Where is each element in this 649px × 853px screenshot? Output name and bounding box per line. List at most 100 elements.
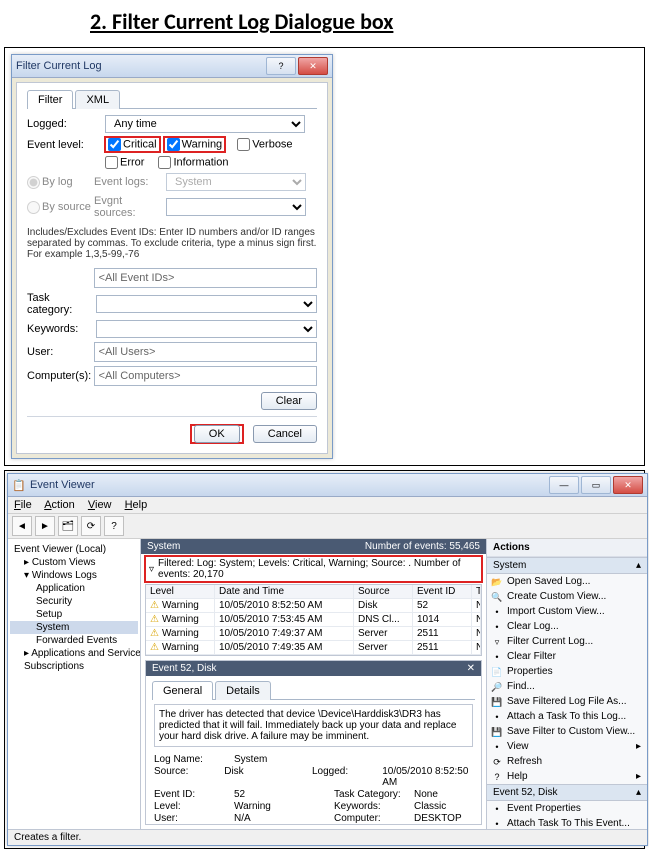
tree-windows-logs[interactable]: ▾ Windows Logs [10, 569, 138, 582]
tree-security[interactable]: Security [10, 595, 138, 608]
menu-help[interactable]: Help [125, 499, 148, 511]
col-task[interactable]: Task C... [472, 585, 481, 598]
action-icon: 💾 [491, 726, 503, 738]
action-item[interactable]: ⟳Refresh [487, 754, 647, 769]
center-header: SystemNumber of events: 55,465 [141, 539, 486, 554]
logged-select[interactable]: Any time [105, 115, 305, 133]
minimize-button[interactable]: — [549, 476, 579, 494]
tab-general[interactable]: General [152, 681, 213, 700]
menu-action[interactable]: Action [44, 499, 75, 511]
app-icon: 📋 [12, 478, 26, 492]
close-button[interactable]: ✕ [613, 476, 643, 494]
action-icon: • [491, 741, 503, 753]
help-button[interactable]: ? [266, 57, 296, 75]
tab-xml[interactable]: XML [75, 90, 120, 109]
cb-critical[interactable] [108, 138, 121, 151]
maximize-button[interactable]: ▭ [581, 476, 611, 494]
collapse-icon[interactable]: ▴ [636, 787, 641, 798]
table-row[interactable]: Warning10/05/2010 7:49:35 AMServer2511No… [146, 641, 481, 655]
tree-application[interactable]: Application [10, 582, 138, 595]
action-icon: • [491, 803, 503, 815]
event-sources-select[interactable] [166, 198, 306, 216]
forward-button[interactable]: ► [35, 516, 55, 536]
tree-system[interactable]: System [10, 621, 138, 634]
action-icon: 📄 [491, 666, 503, 678]
label-event-level: Event level: [27, 139, 105, 151]
col-level[interactable]: Level [146, 585, 215, 598]
keywords-select[interactable] [96, 320, 317, 338]
action-item[interactable]: •Event Properties [487, 801, 647, 816]
col-eventid[interactable]: Event ID [413, 585, 472, 598]
tree-apps-services[interactable]: ▸ Applications and Services Lo [10, 647, 138, 660]
tab-details[interactable]: Details [215, 681, 271, 700]
action-item[interactable]: •Import Custom View... [487, 604, 647, 619]
viewer-titlebar[interactable]: 📋 Event Viewer — ▭ ✕ [8, 474, 647, 497]
page-title: 2. Filter Current Log Dialogue box [90, 8, 649, 35]
event-grid[interactable]: Level Date and Time Source Event ID Task… [145, 584, 482, 656]
action-item[interactable]: 💾Save Filtered Log File As... [487, 694, 647, 709]
action-item[interactable]: 🔍Create Custom View... [487, 589, 647, 604]
tool-icon[interactable]: 🗂 [58, 516, 78, 536]
action-icon: 🔎 [491, 681, 503, 693]
help-icon[interactable]: ? [104, 516, 124, 536]
menu-file[interactable]: File [14, 499, 32, 511]
actions-pane: Actions System▴ 📂Open Saved Log...🔍Creat… [486, 539, 647, 829]
tree-setup[interactable]: Setup [10, 608, 138, 621]
filter-status: ▿ Filtered: Log: System; Levels: Critica… [145, 556, 482, 582]
refresh-icon[interactable]: ⟳ [81, 516, 101, 536]
computers-input[interactable] [94, 366, 317, 386]
action-item[interactable]: •Clear Filter [487, 649, 647, 664]
action-item[interactable]: •Attach a Task To this Log... [487, 709, 647, 724]
tree-pane: Event Viewer (Local) ▸ Custom Views ▾ Wi… [8, 539, 141, 829]
col-source[interactable]: Source [354, 585, 413, 598]
action-icon: ⟳ [491, 756, 503, 768]
action-item[interactable]: 🔎Find... [487, 679, 647, 694]
rb-by-source [27, 201, 40, 214]
cb-verbose[interactable] [237, 138, 250, 151]
user-input[interactable] [94, 342, 317, 362]
table-row[interactable]: Warning10/05/2010 7:49:37 AMServer2511No… [146, 627, 481, 641]
tab-filter[interactable]: Filter [27, 90, 73, 109]
viewer-container: 📋 Event Viewer — ▭ ✕ File Action View He… [4, 470, 645, 849]
tree-subscriptions[interactable]: Subscriptions [10, 660, 138, 673]
dialog-titlebar[interactable]: Filter Current Log ? ✕ [12, 55, 332, 78]
action-item[interactable]: ?Help ▸ [487, 769, 647, 784]
tree-root[interactable]: Event Viewer (Local) [10, 543, 138, 556]
actions-group-system[interactable]: System▴ [487, 557, 647, 574]
action-item[interactable]: ▿Filter Current Log... [487, 634, 647, 649]
tree-custom-views[interactable]: ▸ Custom Views [10, 556, 138, 569]
collapse-icon[interactable]: ▴ [636, 560, 641, 571]
cb-information[interactable] [158, 156, 171, 169]
table-row[interactable]: Warning10/05/2010 8:52:50 AMDisk52None [146, 599, 481, 613]
menu-view[interactable]: View [88, 499, 112, 511]
event-logs-select: System [166, 173, 306, 191]
actions-title: Actions [487, 539, 647, 557]
clear-button[interactable]: Clear [261, 392, 317, 410]
action-item[interactable]: •Attach Task To This Event... [487, 816, 647, 829]
event-ids-input[interactable] [94, 268, 317, 288]
task-category-select[interactable] [96, 295, 317, 313]
tree-forwarded[interactable]: Forwarded Events [10, 634, 138, 647]
cb-error[interactable] [105, 156, 118, 169]
back-button[interactable]: ◄ [12, 516, 32, 536]
action-item[interactable]: 📂Open Saved Log... [487, 574, 647, 589]
cb-warning[interactable] [167, 138, 180, 151]
ok-button[interactable]: OK [194, 425, 240, 443]
action-icon: 💾 [491, 696, 503, 708]
action-icon: • [491, 651, 503, 663]
action-item[interactable]: 📄Properties [487, 664, 647, 679]
cancel-button[interactable]: Cancel [253, 425, 317, 443]
table-row[interactable]: Warning10/05/2010 7:53:45 AMDNS Cl...101… [146, 613, 481, 627]
rb-by-log [27, 176, 40, 189]
action-item[interactable]: •View ▸ [487, 739, 647, 754]
action-icon: • [491, 621, 503, 633]
action-icon: • [491, 818, 503, 829]
close-button[interactable]: ✕ [298, 57, 328, 75]
dialog-title: Filter Current Log [16, 60, 264, 72]
action-item[interactable]: 💾Save Filter to Custom View... [487, 724, 647, 739]
action-item[interactable]: •Clear Log... [487, 619, 647, 634]
close-icon[interactable]: ✕ [467, 663, 475, 674]
action-icon: 🔍 [491, 591, 503, 603]
actions-group-event[interactable]: Event 52, Disk▴ [487, 784, 647, 801]
col-datetime[interactable]: Date and Time [215, 585, 354, 598]
